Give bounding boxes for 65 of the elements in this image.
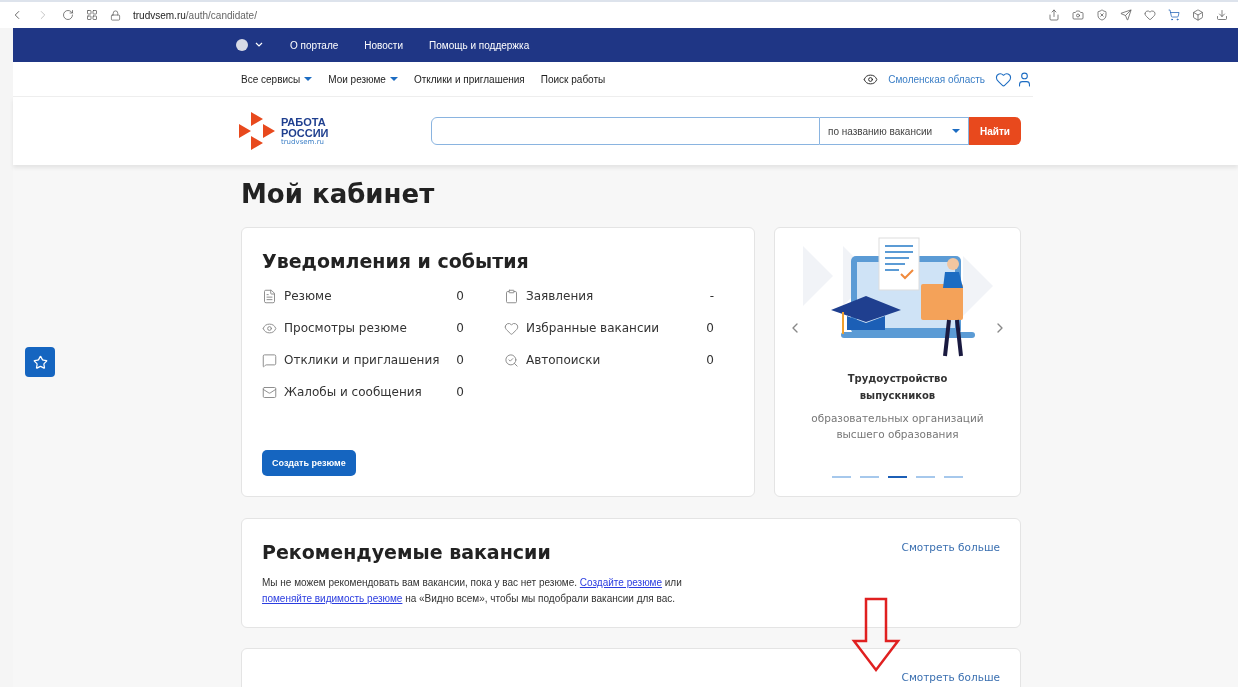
slide-description: образовательных организаций высшего образования (810, 411, 985, 442)
logo-mark-icon (239, 112, 275, 150)
top-nav-link[interactable]: Помощь и поддержка (429, 39, 530, 51)
logo-text: РОССИИ (281, 127, 329, 139)
page-title: Мой кабинет (241, 179, 436, 209)
notification-label[interactable]: Избранные вакансии (526, 321, 660, 335)
caret-icon (304, 77, 313, 81)
reload-icon[interactable] (62, 9, 74, 21)
card-title: Рекомендуемые вакансии (262, 541, 551, 563)
heart-icon (504, 320, 519, 336)
nav-menu-item[interactable]: Все сервисы (241, 73, 313, 85)
see-more-link[interactable]: Смотреть больше (901, 541, 1000, 553)
eye-icon (262, 320, 277, 336)
lock-icon (110, 9, 121, 21)
send-icon[interactable] (1120, 9, 1132, 21)
favorites-star-button[interactable] (25, 347, 55, 377)
share-icon[interactable] (1048, 9, 1060, 21)
text-link[interactable]: Создайте резюме (579, 577, 662, 588)
user-icon[interactable] (1016, 70, 1033, 88)
notification-count: 0 (455, 385, 464, 399)
clipboard-icon (504, 288, 519, 304)
notification-label[interactable]: Отклики и приглашения (284, 353, 440, 367)
cart-icon[interactable] (1168, 9, 1180, 21)
eye-icon[interactable] (863, 71, 879, 87)
notification-count: - (708, 289, 714, 303)
shield-icon[interactable] (1096, 9, 1108, 21)
envelope-icon (262, 384, 277, 400)
search-type-dropdown[interactable]: по названию вакансии (820, 117, 969, 145)
heart-icon[interactable] (1144, 9, 1156, 21)
see-more-link[interactable]: Смотреть больше (901, 671, 1000, 687)
top-nav-link[interactable]: Новости (364, 39, 404, 51)
search-button[interactable]: Найти (969, 117, 1021, 145)
nav-menu-item[interactable]: Поиск работы (540, 73, 606, 85)
notification-label[interactable]: Заявления (526, 289, 594, 303)
create-resume-button[interactable]: Создать резюме (262, 450, 356, 476)
star-icon (32, 354, 48, 370)
notification-count: 0 (455, 353, 464, 367)
cube-icon[interactable] (1192, 9, 1204, 21)
grid-icon[interactable] (86, 9, 98, 21)
nav-menu-item[interactable]: Отклики и приглашения (413, 73, 525, 85)
notification-label[interactable]: Просмотры резюме (284, 321, 407, 335)
notification-count: 0 (705, 353, 714, 367)
region-link[interactable]: Смоленская область (888, 73, 985, 85)
document-icon (262, 288, 277, 304)
notification-label[interactable]: Резюме (284, 289, 332, 303)
recommendation-text: Мы не можем рекомендовать вам вакансии, пока у вас нет резюме. Создайте резюме или поменяйте видимость резюме на «Видно всем», чтобы мы подобрали вакансии для вас. (262, 576, 683, 606)
caret-icon (389, 77, 398, 81)
nav-menu-item[interactable]: Мои резюме (328, 73, 398, 85)
notification-count: 0 (455, 289, 464, 303)
search-field[interactable] (431, 117, 820, 145)
logo-text: РАБОТА (281, 116, 327, 128)
camera-icon[interactable] (1072, 9, 1084, 21)
address-bar-url[interactable]: trudvsem.ru/auth/candidate/ (133, 9, 257, 21)
notification-count: 0 (705, 321, 714, 335)
text-link[interactable]: поменяйте видимость резюме (262, 593, 403, 604)
chat-icon (262, 352, 277, 368)
search-icon (504, 352, 519, 368)
slide-title: Трудоустройство выпускников (846, 372, 949, 403)
card-title: Уведомления и события (262, 250, 530, 272)
favorites-icon[interactable] (995, 70, 1012, 88)
notification-label[interactable]: Автопоиски (526, 353, 601, 367)
download-icon[interactable] (1216, 9, 1228, 21)
top-nav-link[interactable]: О портале (290, 39, 339, 51)
notification-count: 0 (455, 321, 464, 335)
notification-label[interactable]: Жалобы и сообщения (284, 385, 422, 399)
